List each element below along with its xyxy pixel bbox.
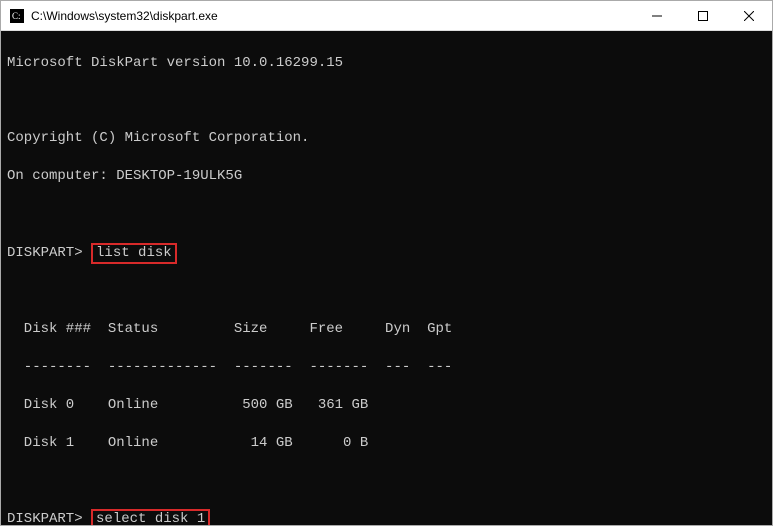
maximize-button[interactable] <box>680 1 726 30</box>
svg-text:C:: C: <box>12 11 21 21</box>
command-highlight: list disk <box>91 243 177 264</box>
app-icon: C: <box>9 8 25 24</box>
prompt-line: DISKPART> list disk <box>7 243 766 264</box>
blank-line <box>7 282 766 301</box>
window: C: C:\Windows\system32\diskpart.exe Micr… <box>0 0 773 526</box>
close-button[interactable] <box>726 1 772 30</box>
copyright-line: Copyright (C) Microsoft Corporation. <box>7 129 766 148</box>
prompt-text: DISKPART> <box>7 245 83 261</box>
disk-table-header: Disk ### Status Size Free Dyn Gpt <box>7 320 766 339</box>
window-controls <box>634 1 772 30</box>
blank-line <box>7 92 766 111</box>
titlebar: C: C:\Windows\system32\diskpart.exe <box>1 1 772 31</box>
disk-table-row: Disk 0 Online 500 GB 361 GB <box>7 396 766 415</box>
computer-line: On computer: DESKTOP-19ULK5G <box>7 167 766 186</box>
version-line: Microsoft DiskPart version 10.0.16299.15 <box>7 54 766 73</box>
blank-line <box>7 471 766 490</box>
disk-table-row: Disk 1 Online 14 GB 0 B <box>7 434 766 453</box>
prompt-line: DISKPART> select disk 1 <box>7 509 766 525</box>
disk-table-divider: -------- ------------- ------- ------- -… <box>7 358 766 377</box>
prompt-text: DISKPART> <box>7 511 83 525</box>
minimize-button[interactable] <box>634 1 680 30</box>
blank-line <box>7 205 766 224</box>
command-highlight: select disk 1 <box>91 509 210 525</box>
console-output[interactable]: Microsoft DiskPart version 10.0.16299.15… <box>1 31 772 525</box>
window-title: C:\Windows\system32\diskpart.exe <box>31 9 634 23</box>
